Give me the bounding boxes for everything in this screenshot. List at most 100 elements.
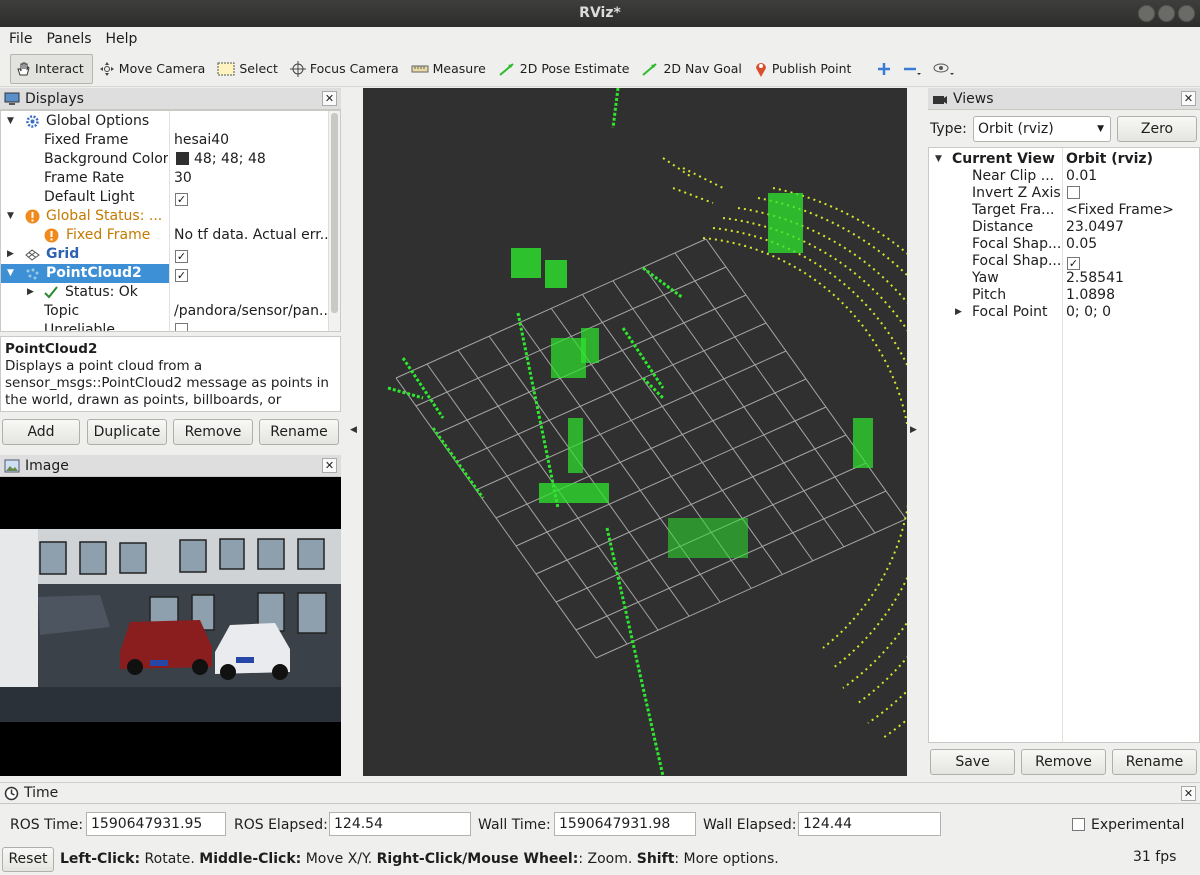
tree-scrollbar[interactable] — [328, 111, 340, 331]
pose-estimate-tool[interactable]: 2D Pose Estimate — [494, 54, 638, 84]
select-tool[interactable]: Select — [213, 54, 286, 84]
invert-z-checkbox[interactable] — [1067, 186, 1080, 199]
nav-goal-label: 2D Nav Goal — [663, 61, 742, 76]
tree-row-focal-point[interactable]: ▶ Focal Point 0; 0; 0 — [929, 303, 1199, 322]
tree-row-global-status[interactable]: ▼ Global Status: ... — [1, 207, 340, 226]
interact-label: Interact — [35, 61, 84, 76]
remove-view-button[interactable]: Remove — [1021, 749, 1106, 775]
collapse-left-icon[interactable]: ◀ — [350, 425, 357, 435]
menu-help[interactable]: Help — [99, 31, 145, 47]
gear-icon — [26, 115, 39, 128]
tree-row-pointcloud2[interactable]: ▼ PointCloud2 ✓ — [1, 264, 340, 283]
displays-panel-header: Displays ✕ — [0, 88, 341, 110]
interact-tool[interactable]: Interact — [10, 53, 93, 84]
unreliable-checkbox[interactable] — [175, 323, 188, 331]
save-view-button[interactable]: Save — [930, 749, 1015, 775]
menu-panels[interactable]: Panels — [39, 31, 98, 47]
description-title: PointCloud2 — [5, 341, 98, 357]
tree-row-default-light[interactable]: Default Light ✓ — [1, 188, 340, 207]
close-icon[interactable]: ✕ — [322, 91, 337, 106]
tree-row-status-ok[interactable]: ▶ Status: Ok — [1, 283, 340, 302]
close-icon[interactable]: ✕ — [1181, 786, 1196, 801]
zero-button[interactable]: Zero — [1117, 116, 1197, 142]
close-window-button[interactable] — [1178, 5, 1195, 22]
publish-point-tool[interactable]: Publish Point — [750, 54, 860, 84]
measure-tool[interactable]: Measure — [407, 54, 494, 84]
hand-icon — [17, 62, 30, 75]
row-label: PointCloud2 — [46, 265, 142, 281]
publish-point-label: Publish Point — [771, 61, 852, 76]
duplicate-button[interactable]: Duplicate — [87, 419, 167, 445]
row-value[interactable]: hesai40 — [174, 131, 229, 150]
add-tool-button[interactable] — [873, 54, 899, 84]
green-arrow-icon — [642, 62, 658, 76]
color-value[interactable]: 48; 48; 48 — [176, 150, 266, 169]
displays-title: Displays — [25, 90, 84, 107]
move-camera-tool[interactable]: Move Camera — [95, 54, 214, 84]
wall-time-field[interactable]: 1590647931.98 — [554, 812, 696, 836]
move-camera-label: Move Camera — [118, 61, 206, 76]
hint-move: Move X/Y. — [301, 851, 377, 867]
row-value[interactable]: /pandora/sensor/pan... — [174, 302, 334, 321]
grid-checkbox[interactable]: ✓ — [175, 250, 188, 263]
chevron-down-icon: ▼ — [1097, 124, 1104, 134]
wall-elapsed-field[interactable]: 124.44 — [798, 812, 941, 836]
nav-goal-tool[interactable]: 2D Nav Goal — [637, 54, 749, 84]
pointcloud2-checkbox[interactable]: ✓ — [175, 269, 188, 282]
row-label: Focal Point — [972, 304, 1048, 320]
views-panel-header: Views ✕ — [928, 88, 1200, 110]
tree-row-fixed-frame-status[interactable]: Fixed Frame No tf data. Actual err... — [1, 226, 340, 245]
row-label: Background Color — [44, 151, 168, 167]
image-panel-header: Image ✕ — [0, 455, 341, 477]
focus-camera-icon — [289, 60, 306, 77]
monitor-icon — [4, 92, 20, 105]
time-panel-header: Time ✕ — [0, 782, 1200, 804]
maximize-button[interactable] — [1158, 5, 1175, 22]
add-button[interactable]: Add — [2, 419, 80, 445]
row-label: Fixed Frame — [66, 227, 151, 243]
tree-row-fixed-frame[interactable]: Fixed Frame hesai40 — [1, 131, 340, 150]
focus-camera-tool[interactable]: Focus Camera — [286, 54, 407, 84]
rename-view-button[interactable]: Rename — [1112, 749, 1197, 775]
near-lines — [387, 88, 684, 776]
rename-display-button[interactable]: Rename — [259, 419, 339, 445]
view-options-button[interactable] — [929, 54, 963, 84]
tree-row-background-color[interactable]: Background Color 48; 48; 48 — [1, 150, 340, 169]
ros-elapsed-field[interactable]: 124.54 — [329, 812, 471, 836]
row-value[interactable]: 0; 0; 0 — [1066, 303, 1111, 322]
row-label: Global Options — [46, 113, 150, 129]
row-label: Unreliable — [44, 322, 115, 332]
reset-button[interactable]: Reset — [2, 847, 54, 872]
menu-file[interactable]: File — [2, 31, 39, 47]
minimize-button[interactable] — [1138, 5, 1155, 22]
view-type-dropdown[interactable]: Orbit (rviz) ▼ — [973, 116, 1111, 142]
map-pin-icon — [755, 62, 766, 77]
pointcloud-render — [387, 88, 907, 776]
remove-tool-button[interactable] — [899, 54, 929, 84]
window-titlebar: RViz* — [0, 0, 1200, 27]
close-icon[interactable]: ✕ — [1181, 91, 1196, 106]
tree-row-grid[interactable]: ▶ Grid ✓ — [1, 245, 340, 264]
measure-label: Measure — [432, 61, 486, 76]
tree-row-unreliable[interactable]: Unreliable — [1, 321, 340, 332]
green-arrow-icon — [499, 62, 514, 76]
grid-lines — [395, 238, 907, 659]
hint-rotate: Rotate. — [140, 851, 200, 867]
tree-row-frame-rate[interactable]: Frame Rate 30 — [1, 169, 340, 188]
experimental-label: Experimental — [1091, 817, 1185, 833]
collapse-right-icon[interactable]: ▶ — [910, 425, 917, 435]
row-label: Grid — [46, 246, 80, 262]
experimental-checkbox[interactable] — [1072, 818, 1085, 831]
ros-time-field[interactable]: 1590647931.95 — [86, 812, 226, 836]
tree-row-global-options[interactable]: ▼ Global Options — [1, 112, 340, 131]
remove-display-button[interactable]: Remove — [173, 419, 253, 445]
time-title: Time — [24, 785, 59, 801]
render-viewport[interactable] — [363, 88, 907, 776]
close-icon[interactable]: ✕ — [322, 458, 337, 473]
default-light-checkbox[interactable]: ✓ — [175, 193, 188, 206]
column-divider — [1062, 148, 1063, 742]
fps-counter: 31 fps — [1133, 849, 1177, 865]
tree-row-topic[interactable]: Topic /pandora/sensor/pan... — [1, 302, 340, 321]
row-value[interactable]: 30 — [174, 169, 192, 188]
mouse-hint: Left-Click: Rotate. Middle-Click: Move X… — [60, 851, 779, 867]
